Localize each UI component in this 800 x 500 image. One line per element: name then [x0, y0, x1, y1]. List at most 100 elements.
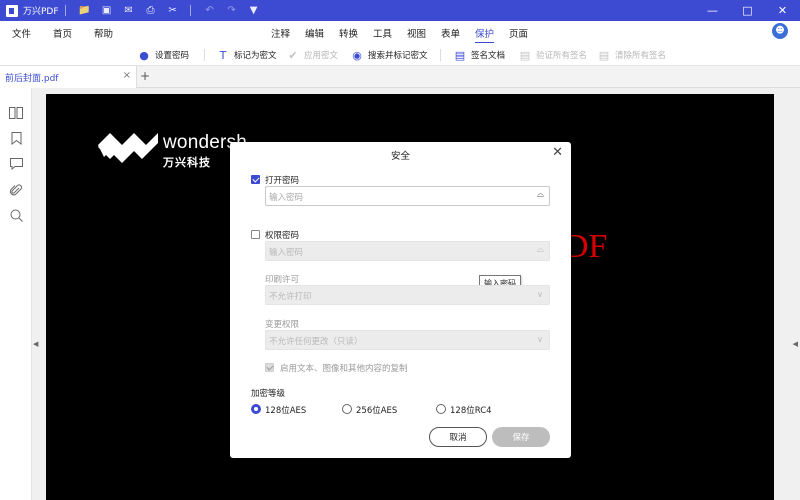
bookmark-icon[interactable] — [8, 130, 24, 146]
change-permission-select[interactable]: 不允许任何更改（只读） ∨ — [265, 330, 550, 350]
clear-signatures-label: 清除所有签名 — [615, 51, 667, 61]
set-password-button[interactable]: ● 设置密码 — [137, 47, 189, 63]
permission-password-input[interactable]: 输入密码 ⌓ — [265, 241, 550, 261]
clear-signatures-button[interactable]: ▤ 清除所有签名 — [597, 47, 666, 63]
open-password-input[interactable]: 输入密码 ⌓ — [265, 186, 550, 206]
mail-icon[interactable]: ✉ — [118, 5, 140, 16]
apply-redact-label: 应用密文 — [304, 51, 339, 61]
radio-256-aes-label: 256位AES — [356, 406, 398, 416]
window-controls: — □ ✕ — [695, 0, 800, 21]
encryption-level-label: 加密等级 — [251, 389, 286, 399]
mark-redact-label: 标记为密文 — [234, 51, 277, 61]
radio-128-rc4-label: 128位RC4 — [450, 406, 492, 416]
permission-password-placeholder: 输入密码 — [269, 248, 304, 258]
hide-password-icon[interactable]: ⌓ — [537, 245, 544, 255]
change-permission-label: 变更权限 — [265, 320, 300, 330]
open-password-label: 打开密码 — [265, 176, 300, 186]
quick-access-toolbar: 📁 ▣ ✉ ⎙ ✂ ↶ ↷ ▼ — [74, 5, 265, 16]
app-logo-icon — [6, 4, 18, 17]
chevron-down-icon: ∨ — [537, 290, 543, 299]
menu-file[interactable]: 文件 — [12, 26, 31, 40]
title-bar: 万兴PDF 📁 ▣ ✉ ⎙ ✂ ↶ ↷ ▼ — □ ✕ — [0, 0, 800, 21]
maximize-icon[interactable]: □ — [730, 0, 765, 21]
new-tab-icon[interactable]: + — [140, 69, 150, 83]
radio-128-rc4[interactable] — [436, 404, 446, 414]
search-icon[interactable] — [8, 207, 24, 223]
comment-icon[interactable] — [8, 156, 24, 172]
sign-document-button[interactable]: ▤ 签名文档 — [453, 47, 505, 63]
tab-page[interactable]: 页面 — [509, 26, 528, 40]
cancel-button[interactable]: 取消 — [429, 427, 487, 447]
document-tab[interactable]: 前后封面.pdf × — [0, 66, 137, 88]
mark-redact-button[interactable]: T 标记为密文 — [216, 47, 277, 63]
redo-icon[interactable]: ↷ — [221, 5, 243, 16]
titlebar-divider — [189, 5, 191, 16]
save-button[interactable]: 保存 — [492, 427, 550, 447]
enable-copy-checkbox[interactable] — [265, 363, 274, 372]
menu-help[interactable]: 帮助 — [94, 26, 113, 40]
collapse-right-panel-icon[interactable]: ◀ — [793, 340, 798, 348]
ribbon-divider — [440, 49, 441, 61]
dialog-close-icon[interactable]: ✕ — [552, 145, 563, 160]
signature-icon: ▤ — [454, 48, 466, 62]
wondershare-logo-icon — [98, 133, 158, 163]
menu-home[interactable]: 首页 — [53, 26, 72, 40]
tab-convert[interactable]: 转换 — [339, 26, 358, 40]
share-icon[interactable]: ✂ — [162, 5, 184, 16]
dialog-title: 安全 — [390, 151, 410, 162]
menu-bar: 文件 首页 帮助 注释 编辑 转换 工具 视图 表单 保护 页面 — [0, 21, 800, 44]
tab-view[interactable]: 视图 — [407, 26, 426, 40]
print-permission-value: 不允许打印 — [269, 292, 312, 302]
minimize-icon[interactable]: — — [695, 0, 730, 21]
tab-form[interactable]: 表单 — [441, 26, 460, 40]
brand-name-cn: 万兴科技 — [163, 156, 211, 169]
close-tab-icon[interactable]: × — [123, 70, 131, 81]
search-redact-label: 搜索并标记密文 — [368, 51, 428, 61]
document-tab-bar: 前后封面.pdf × + — [0, 66, 800, 88]
tab-edit[interactable]: 编辑 — [305, 26, 324, 40]
open-password-placeholder: 输入密码 — [269, 193, 304, 203]
print-icon[interactable]: ⎙ — [140, 5, 162, 16]
thumbnail-icon[interactable] — [8, 105, 24, 121]
change-permission-value: 不允许任何更改（只读） — [269, 337, 363, 347]
radio-256-aes[interactable] — [342, 404, 352, 414]
security-dialog: 安全 ✕ 打开密码 输入密码 ⌓ 权限密码 输入密码 ⌓ 输入密码 印刷许可 不… — [230, 142, 571, 458]
document-tab-title: 前后封面.pdf — [5, 74, 59, 84]
chevron-down-icon: ∨ — [537, 335, 543, 344]
verify-signatures-button[interactable]: ▤ 验证所有签名 — [518, 47, 587, 63]
collapse-left-panel-icon[interactable]: ◀ — [33, 340, 38, 348]
app-title: 万兴PDF — [23, 7, 59, 17]
radio-128-aes[interactable] — [251, 404, 261, 414]
titlebar-divider — [64, 5, 66, 16]
verify-signatures-label: 验证所有签名 — [536, 51, 588, 61]
apply-redact-button[interactable]: ✔ 应用密文 — [286, 47, 338, 63]
check-icon: ✔ — [288, 48, 298, 62]
undo-icon[interactable]: ↶ — [199, 5, 221, 16]
ribbon-toolbar: ● 设置密码 T 标记为密文 ✔ 应用密文 ◉ 搜索并标记密文 ▤ 签名文档 ▤… — [0, 43, 800, 66]
enable-copy-label: 启用文本、图像和其他内容的复制 — [280, 364, 408, 374]
save-icon[interactable]: ▣ — [96, 5, 118, 16]
user-avatar-icon[interactable]: ☻ — [772, 23, 788, 39]
tab-protect[interactable]: 保护 — [475, 26, 495, 44]
permission-password-checkbox[interactable] — [251, 230, 260, 239]
search-redact-button[interactable]: ◉ 搜索并标记密文 — [350, 47, 428, 63]
print-permission-select[interactable]: 不允许打印 ∨ — [265, 285, 550, 305]
radio-128-aes-label: 128位AES — [265, 406, 307, 416]
hide-password-icon[interactable]: ⌓ — [537, 190, 544, 200]
lock-icon: ● — [139, 48, 149, 62]
ribbon-divider — [204, 49, 205, 61]
dropdown-icon[interactable]: ▼ — [243, 5, 265, 16]
verify-icon: ▤ — [519, 48, 531, 62]
open-password-checkbox[interactable] — [251, 175, 260, 184]
search-icon: ◉ — [352, 48, 362, 62]
tab-annotate[interactable]: 注释 — [271, 26, 290, 40]
left-sidebar — [0, 88, 32, 500]
folder-icon[interactable]: 📁 — [74, 5, 96, 16]
set-password-label: 设置密码 — [155, 51, 190, 61]
attachment-icon[interactable] — [8, 182, 24, 198]
tab-tools[interactable]: 工具 — [373, 26, 392, 40]
close-icon[interactable]: ✕ — [765, 0, 800, 21]
permission-password-label: 权限密码 — [265, 231, 300, 241]
print-permission-label: 印刷许可 — [265, 275, 300, 285]
sign-document-label: 签名文档 — [471, 51, 506, 61]
